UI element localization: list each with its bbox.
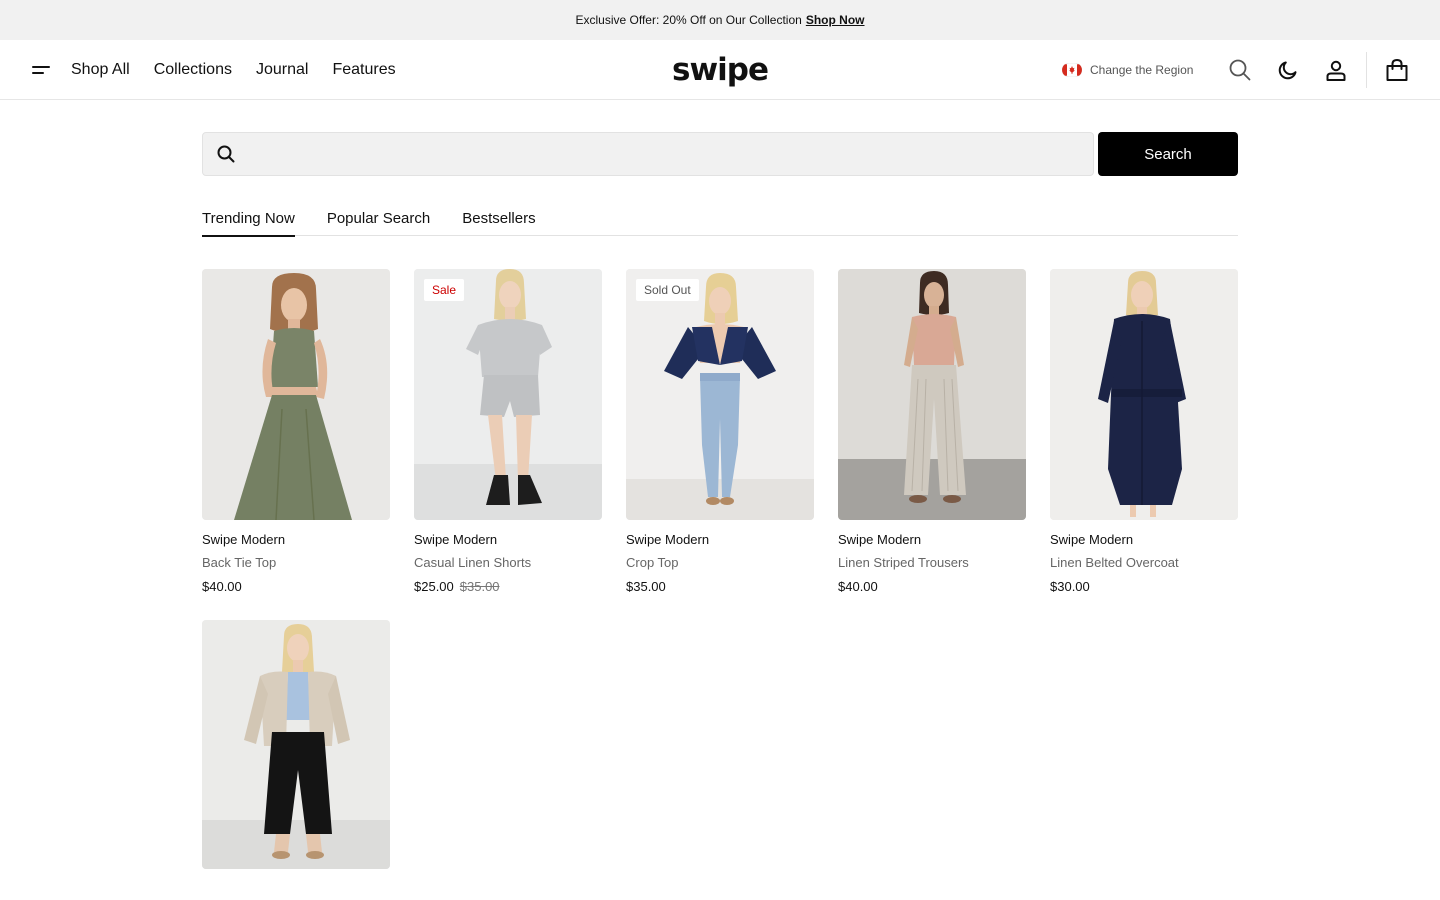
search-box: [202, 132, 1094, 176]
moon-icon[interactable]: [1272, 54, 1304, 86]
search-input[interactable]: [247, 133, 1087, 175]
announcement-bar: Exclusive Offer: 20% Off on Our Collecti…: [0, 0, 1440, 40]
product-name[interactable]: Crop Top: [626, 555, 814, 570]
tab-popular-search[interactable]: Popular Search: [327, 200, 430, 236]
search-icon: [217, 145, 235, 168]
current-price: $40.00: [202, 579, 242, 594]
tab-trending-now[interactable]: Trending Now: [202, 200, 295, 237]
nav-features[interactable]: Features: [332, 61, 395, 79]
region-selector[interactable]: Change the Region: [1061, 40, 1194, 100]
product-card[interactable]: Swipe Modern Linen Striped Trousers $40.…: [838, 269, 1026, 594]
site-logo[interactable]: swipe: [672, 48, 769, 92]
product-card[interactable]: Swipe Modern Back Tie Top $40.00: [202, 269, 390, 594]
product-brand: Swipe Modern: [626, 532, 710, 547]
product-price: $35.00: [626, 579, 814, 594]
canada-flag-icon: [1061, 62, 1083, 78]
product-card[interactable]: [202, 620, 390, 869]
product-brand: Swipe Modern: [838, 532, 922, 547]
product-card[interactable]: Sold Out Swipe Modern Crop Top $35.00: [626, 269, 814, 594]
region-label: Change the Region: [1090, 63, 1194, 77]
sold-out-badge: Sold Out: [636, 279, 699, 301]
nav-shop-all[interactable]: Shop All: [71, 61, 130, 79]
product-card[interactable]: Swipe Modern Linen Belted Overcoat $30.0…: [1050, 269, 1238, 594]
product-price: $40.00: [838, 579, 1026, 594]
search-icon[interactable]: [1224, 54, 1256, 86]
shopping-bag-icon[interactable]: [1381, 54, 1413, 86]
product-brand: Swipe Modern: [202, 532, 286, 547]
main-nav: Shop All Collections Journal Features: [71, 40, 396, 100]
header-divider: [1366, 52, 1367, 88]
product-price: $30.00: [1050, 579, 1238, 594]
tab-bestsellers[interactable]: Bestsellers: [462, 200, 535, 236]
product-price: $25.00 $35.00: [414, 579, 602, 594]
product-name[interactable]: Back Tie Top: [202, 555, 390, 570]
product-image[interactable]: [838, 269, 1026, 520]
product-name[interactable]: Linen Striped Trousers: [838, 555, 1026, 570]
product-image[interactable]: [202, 620, 390, 869]
product-name[interactable]: Linen Belted Overcoat: [1050, 555, 1238, 570]
current-price: $40.00: [838, 579, 878, 594]
site-header: Shop All Collections Journal Features sw…: [0, 40, 1440, 100]
product-brand: Swipe Modern: [1050, 532, 1134, 547]
current-price: $30.00: [1050, 579, 1090, 594]
product-price: $40.00: [202, 579, 390, 594]
search-tabs: Trending Now Popular Search Bestsellers: [202, 200, 1238, 237]
shop-now-link[interactable]: Shop Now: [806, 13, 865, 27]
user-icon[interactable]: [1320, 54, 1352, 86]
announcement-text: Exclusive Offer: 20% Off on Our Collecti…: [575, 13, 802, 27]
product-image[interactable]: [202, 269, 390, 520]
current-price: $25.00: [414, 579, 454, 594]
compare-price: $35.00: [459, 579, 500, 594]
product-image[interactable]: Sold Out: [626, 269, 814, 520]
product-name[interactable]: Casual Linen Shorts: [414, 555, 602, 570]
search-button[interactable]: Search: [1098, 132, 1238, 176]
sale-badge: Sale: [424, 279, 465, 301]
menu-icon[interactable]: [30, 60, 52, 80]
product-card[interactable]: Sale Swipe Modern Casual Linen Shorts $2…: [414, 269, 602, 594]
current-price: $35.00: [626, 579, 666, 594]
nav-collections[interactable]: Collections: [154, 61, 232, 79]
product-image[interactable]: [1050, 269, 1238, 520]
nav-journal[interactable]: Journal: [256, 61, 308, 79]
product-image[interactable]: Sale: [414, 269, 602, 520]
product-brand: Swipe Modern: [414, 532, 498, 547]
